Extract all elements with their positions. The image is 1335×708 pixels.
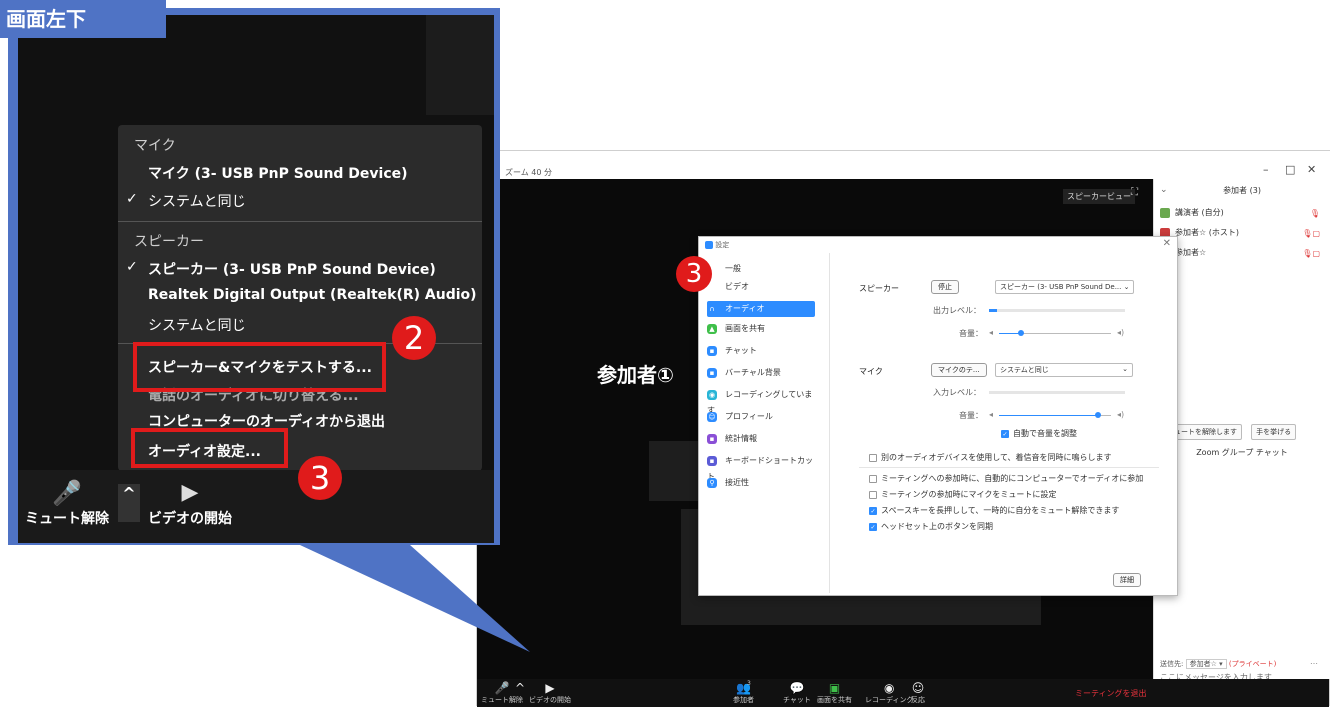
callout-pointer-shape: [300, 545, 530, 652]
callout-label: 画面左下: [0, 0, 166, 38]
menu-item-speaker-system[interactable]: システムと同じ: [148, 315, 246, 335]
menu-item-mic-system[interactable]: システムと同じ: [126, 191, 246, 211]
step-badge-3: 3: [298, 456, 342, 500]
audio-dropdown-menu: マイク マイク (3- USB PnP Sound Device) システムと同…: [118, 125, 482, 471]
callout-toolbar: 🎤 ミュート解除 ^ ▶ ビデオの開始: [18, 470, 494, 543]
video-tile: [426, 15, 494, 115]
menu-item-speaker-usb[interactable]: スピーカー (3- USB PnP Sound Device): [126, 259, 436, 279]
start-video-button[interactable]: ▶ ビデオの開始: [140, 478, 240, 528]
step-badge-2: 2: [392, 316, 436, 360]
highlight-audio-settings: [131, 428, 288, 468]
mic-section-header: マイク: [134, 138, 176, 154]
divider: [118, 221, 482, 222]
unmute-button[interactable]: 🎤 ミュート解除: [22, 478, 112, 528]
audio-menu-chevron[interactable]: ^: [118, 484, 140, 522]
chevron-up-icon: ^: [122, 484, 136, 503]
menu-item-mic-usb[interactable]: マイク (3- USB PnP Sound Device): [148, 163, 408, 183]
speaker-section-header: スピーカー: [134, 234, 204, 250]
mic-muted-icon: 🎤: [52, 479, 82, 507]
video-off-icon: ▶: [181, 480, 199, 505]
menu-item-speaker-realtek[interactable]: Realtek Digital Output (Realtek(R) Audio…: [148, 287, 477, 303]
highlight-test-speaker-mic: [133, 342, 386, 392]
